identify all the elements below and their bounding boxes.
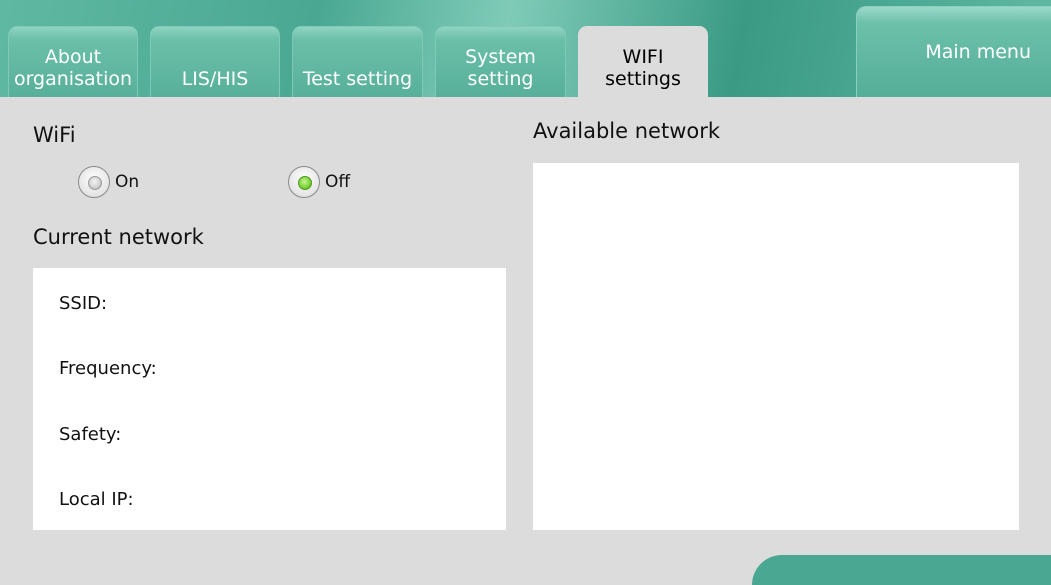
available-network-list[interactable] bbox=[533, 163, 1019, 530]
safety-label: Safety: bbox=[59, 424, 122, 445]
main-menu-button[interactable]: Main menu bbox=[856, 6, 1051, 97]
wifi-on-label: On bbox=[115, 172, 140, 192]
ssid-label: SSID: bbox=[59, 293, 108, 314]
tab-label: System setting bbox=[465, 46, 536, 90]
tab-label: WIFI settings bbox=[605, 46, 681, 90]
bottom-accent-bar bbox=[752, 555, 1051, 585]
tab-label: LIS/HIS bbox=[181, 68, 249, 90]
wifi-off-label: Off bbox=[325, 172, 351, 192]
main-menu-label: Main menu bbox=[925, 41, 1031, 63]
radio-checked-icon bbox=[288, 166, 320, 198]
current-network-heading: Current network bbox=[33, 225, 204, 249]
current-network-panel: SSID: Frequency: Safety: Local IP: bbox=[33, 268, 506, 530]
tab-label: About organisation bbox=[13, 46, 133, 90]
radio-unchecked-icon bbox=[78, 166, 110, 198]
tab-test-setting[interactable]: Test setting bbox=[292, 26, 423, 97]
frequency-label: Frequency: bbox=[59, 358, 157, 379]
available-network-heading: Available network bbox=[533, 119, 721, 143]
tab-label: Test setting bbox=[302, 68, 413, 90]
tab-wifi-settings[interactable]: WIFI settings bbox=[578, 26, 708, 97]
tab-about-organisation[interactable]: About organisation bbox=[8, 26, 138, 97]
wifi-off-radio[interactable]: Off bbox=[288, 166, 350, 198]
tab-lis-his[interactable]: LIS/HIS bbox=[150, 26, 280, 97]
wifi-heading: WiFi bbox=[33, 123, 76, 147]
local-ip-label: Local IP: bbox=[59, 489, 134, 510]
wifi-on-radio[interactable]: On bbox=[78, 166, 139, 198]
tab-system-setting[interactable]: System setting bbox=[435, 26, 566, 97]
